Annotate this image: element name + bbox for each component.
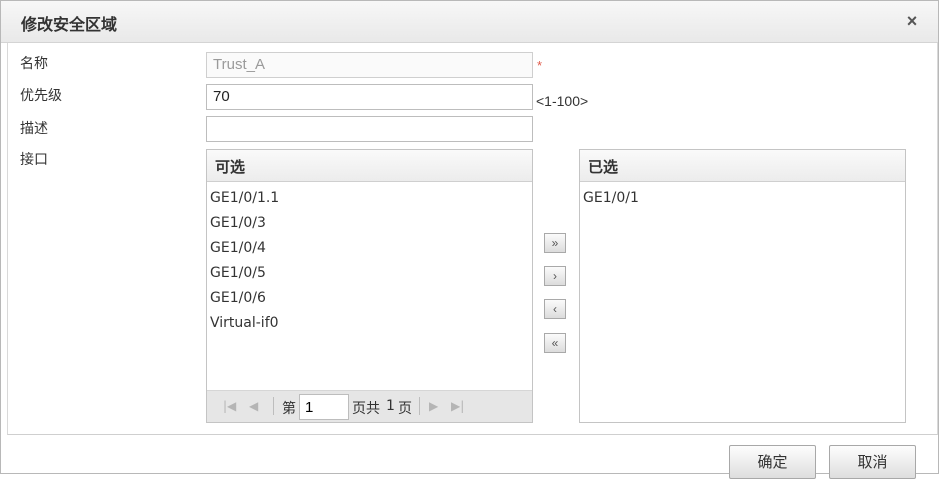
required-mark: * [537,58,543,73]
list-item[interactable]: GE1/0/1 [583,190,639,206]
add-all-button[interactable]: » [544,233,566,253]
total-pages: 1 [386,398,395,414]
dialog-content: 名称 Trust_A * 优先级 70 <1-100> 描述 接口 可选 GE1… [7,43,938,435]
description-label: 描述 [20,121,48,137]
dialog-title: 修改安全区域 [21,15,118,34]
interface-label: 接口 [20,152,48,168]
list-item[interactable]: GE1/0/6 [210,290,266,306]
pager-divider [419,397,420,415]
edit-security-zone-dialog: 修改安全区域 × 名称 Trust_A * 优先级 70 <1-100> 描述 … [0,0,939,479]
selected-list-panel: 已选 GE1/0/1 [579,149,906,423]
remove-all-button[interactable]: « [544,333,566,353]
add-button[interactable]: › [544,266,566,286]
list-item[interactable]: Virtual-if0 [210,315,279,331]
close-icon[interactable]: × [902,10,922,32]
list-item[interactable]: GE1/0/1.1 [210,190,279,206]
priority-label: 优先级 [20,88,62,104]
first-page-icon[interactable]: |◀ [223,399,236,413]
list-item[interactable]: GE1/0/4 [210,240,266,256]
available-list-header: 可选 [207,150,532,182]
page-prefix: 第 [282,401,296,417]
priority-range-hint: <1-100> [536,93,589,109]
next-page-icon[interactable]: ▶ [429,399,438,413]
list-item[interactable]: GE1/0/3 [210,215,266,231]
dialog-titlebar: 修改安全区域 × [1,1,938,43]
name-field[interactable]: Trust_A [206,52,533,78]
selected-list-header: 已选 [580,150,905,182]
page-unit: 页 [398,401,412,417]
description-field[interactable] [206,116,533,142]
prev-page-icon[interactable]: ◀ [249,399,258,413]
page-suffix: 页共 [352,401,380,417]
list-item[interactable]: GE1/0/5 [210,265,266,281]
available-list-panel: 可选 GE1/0/1.1 GE1/0/3 GE1/0/4 GE1/0/5 GE1… [206,149,533,423]
remove-button[interactable]: ‹ [544,299,566,319]
page-number-input[interactable] [299,394,349,420]
last-page-icon[interactable]: ▶| [451,399,464,413]
priority-field[interactable]: 70 [206,84,533,110]
pager-divider [273,397,274,415]
name-label: 名称 [20,56,48,72]
pagination-bar: |◀ ◀ 第 页共 1 页 ▶ ▶| [207,390,532,422]
